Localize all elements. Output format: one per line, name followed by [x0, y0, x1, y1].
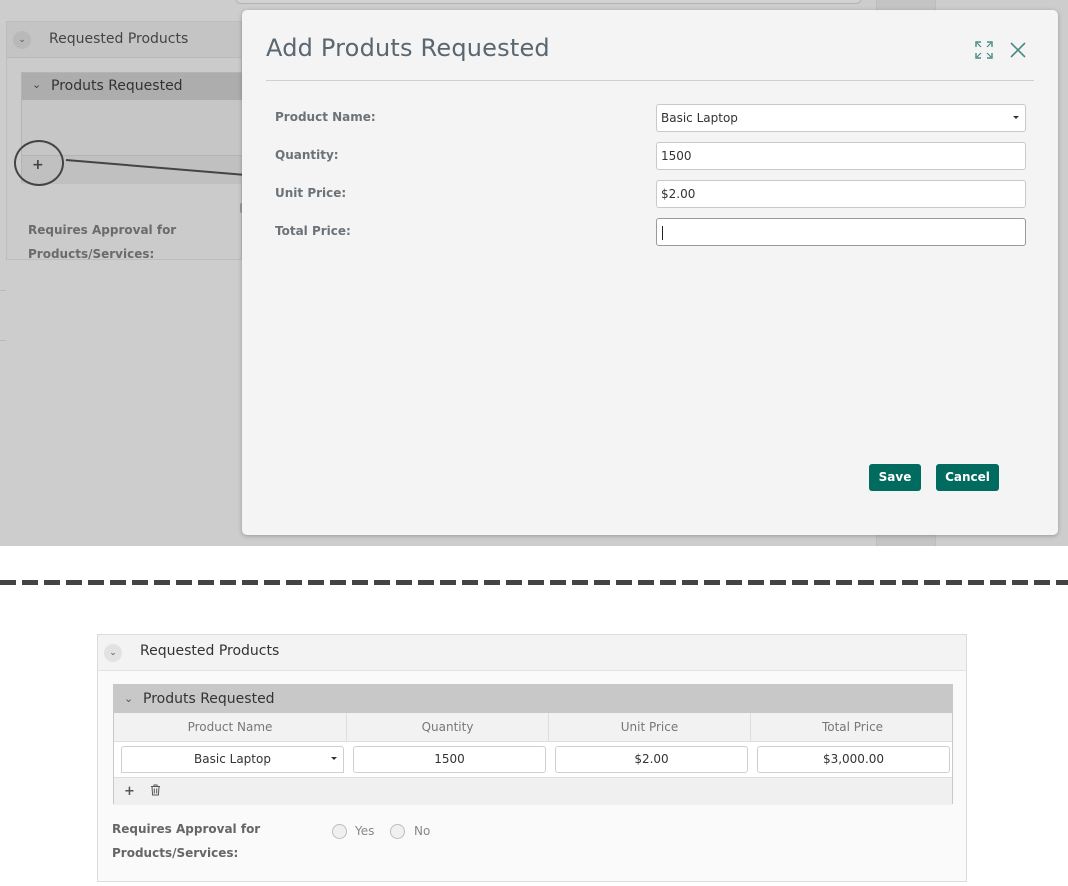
total-price-label: Total Price: [275, 224, 351, 238]
save-button[interactable]: Save [869, 464, 921, 491]
unit-price-label: Unit Price: [275, 186, 347, 200]
chevron-down-icon[interactable]: ⌄ [124, 692, 133, 705]
modal-divider [266, 80, 1034, 81]
column-header-unit-price[interactable]: Unit Price [549, 713, 751, 742]
modal-window-controls [974, 40, 1028, 60]
product-name-label: Product Name: [275, 110, 376, 124]
panel-header: ⌄ Requested Products [98, 635, 966, 671]
unit-price-input[interactable]: $2.00 [555, 746, 748, 773]
radio-yes[interactable] [332, 824, 347, 839]
product-name-row: Product Name: Basic Laptop [275, 104, 1027, 132]
unit-price-value: $2.00 [661, 187, 696, 201]
add-products-modal: Add Produts Requested Product Name: Basi… [242, 10, 1058, 535]
column-header-quantity[interactable]: Quantity [347, 713, 549, 742]
grid-footer: + [114, 777, 952, 805]
text-cursor [662, 225, 663, 240]
dropdown-arrow-icon [331, 757, 337, 760]
quantity-value: 1500 [661, 149, 692, 163]
table-row: Basic Laptop 1500 $2.00 $3,000.00 [114, 742, 952, 777]
chevron-down-icon[interactable]: ⌄ [104, 644, 122, 662]
approval-label: Requires Approval for Products/Services: [112, 822, 261, 860]
column-header-total-price[interactable]: Total Price [751, 713, 954, 742]
screenshot-before: ⌄ Requested Products ⌄ Produts Requested… [0, 0, 1068, 546]
dropdown-arrow-icon [1013, 116, 1019, 119]
radio-no[interactable] [390, 824, 405, 839]
quantity-input[interactable]: 1500 [353, 746, 546, 773]
product-name-value: Basic Laptop [194, 752, 271, 766]
product-name-value: Basic Laptop [661, 111, 738, 125]
cancel-button[interactable]: Cancel [936, 464, 999, 491]
unit-price-input[interactable]: $2.00 [656, 180, 1026, 208]
requested-products-panel: ⌄ Requested Products ⌄ Produts Requested… [97, 634, 967, 882]
grid-column-headers: Product Name Quantity Unit Price Total P… [114, 713, 952, 742]
radio-no-label: No [414, 824, 431, 838]
quantity-row: Quantity: 1500 [275, 142, 1027, 170]
quantity-label: Quantity: [275, 148, 339, 162]
section-title: Requested Products [140, 643, 280, 659]
quantity-input[interactable]: 1500 [656, 142, 1026, 170]
close-icon[interactable] [1008, 40, 1028, 60]
total-price-input[interactable] [656, 218, 1026, 246]
product-name-select[interactable]: Basic Laptop [121, 746, 344, 773]
trash-icon[interactable] [150, 784, 161, 800]
total-price-input[interactable]: $3,000.00 [757, 746, 950, 773]
column-header-product-name[interactable]: Product Name [114, 713, 347, 742]
produts-requested-grid: ⌄ Produts Requested Product Name Quantit… [113, 684, 953, 805]
expand-icon[interactable] [974, 40, 994, 60]
product-name-select[interactable]: Basic Laptop [656, 104, 1026, 132]
modal-title: Add Produts Requested [266, 34, 550, 62]
dashed-divider [0, 580, 1068, 585]
add-row-button[interactable]: + [124, 784, 135, 799]
radio-yes-label: Yes [355, 824, 375, 838]
grid-title: Produts Requested [143, 691, 275, 707]
total-price-row: Total Price: [275, 218, 1027, 246]
grid-header: ⌄ Produts Requested [114, 685, 952, 713]
unit-price-row: Unit Price: $2.00 [275, 180, 1027, 208]
